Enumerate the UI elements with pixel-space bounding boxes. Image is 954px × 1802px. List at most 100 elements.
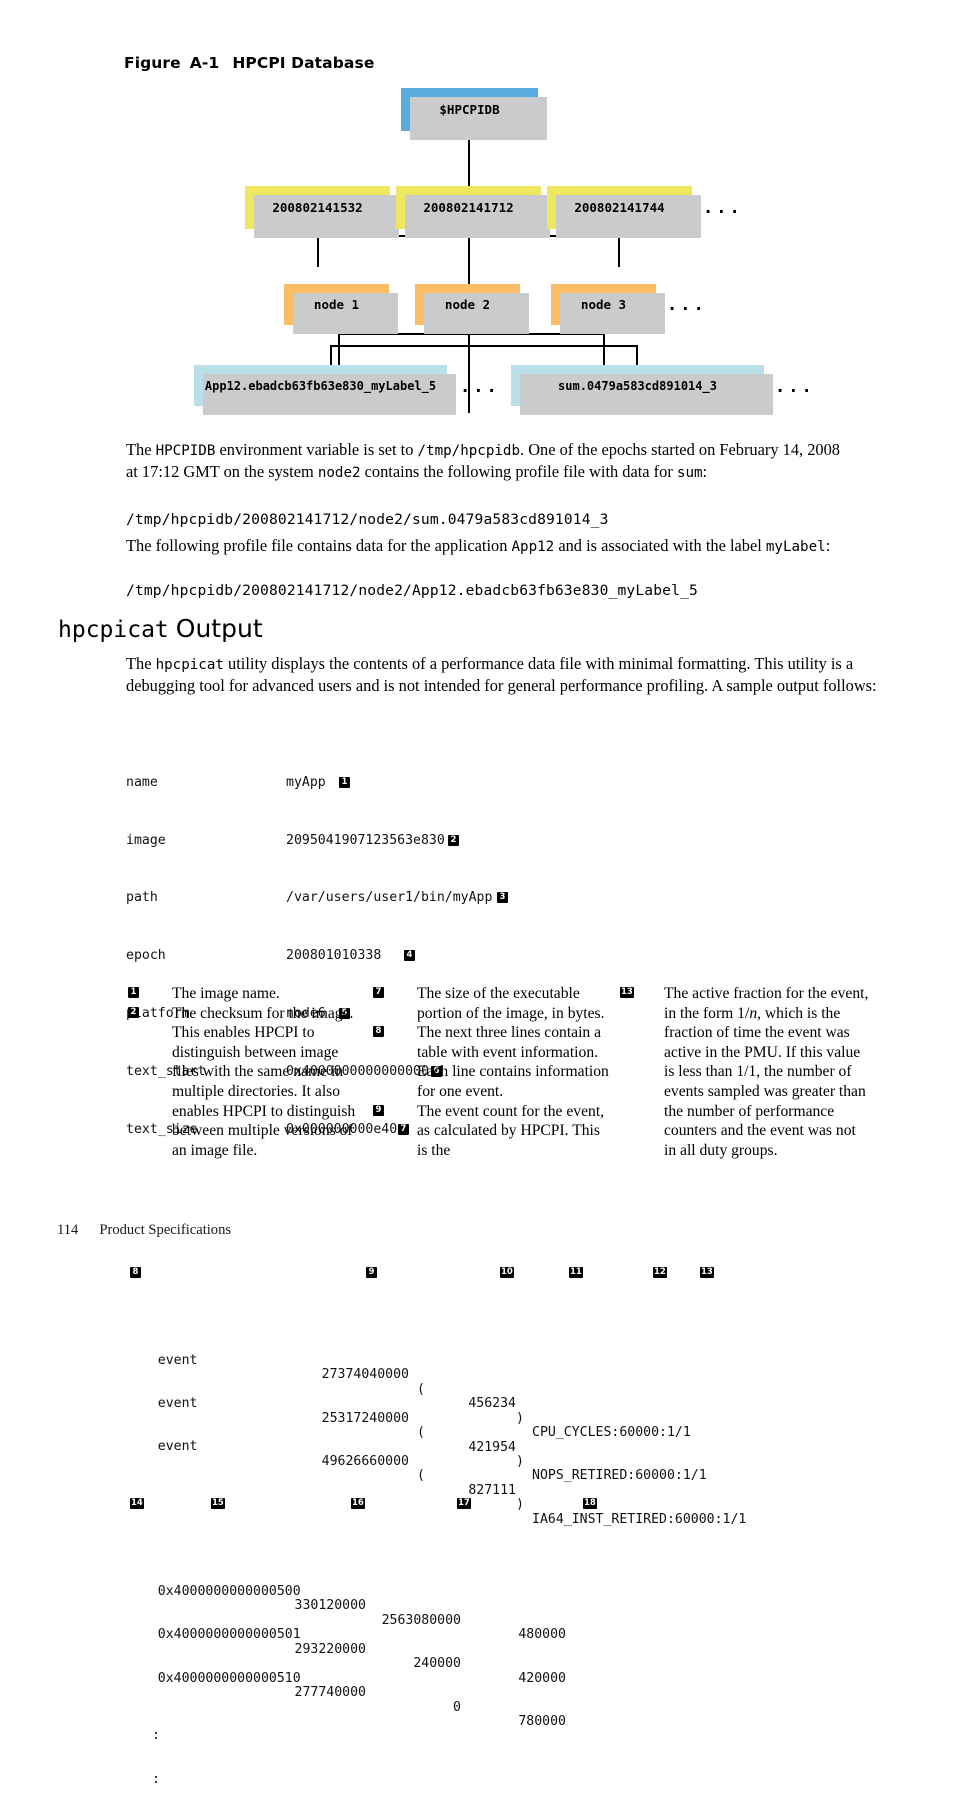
callout-chip-18: 18 xyxy=(583,1498,597,1510)
code-path-app12: /tmp/hpcpidb/200802141712/node2/App12.eb… xyxy=(126,582,698,599)
listing-field-value-3: 200801010338 xyxy=(286,948,382,964)
hpcpicat-sample-output: name myApp 1 image 2095041907123563e830 2 pa… xyxy=(126,718,746,1802)
diagram-epoch-label-2: 200802141712 xyxy=(423,200,514,215)
continuation-colon-2: : xyxy=(152,1771,160,1787)
listing-field-name-1: image xyxy=(126,832,166,848)
listing-address-callout-row: 14 15 16 17 18 xyxy=(126,1498,597,1512)
para1-env-var: HPCPIDB xyxy=(155,443,216,459)
diagram-epoch-label-3: 200802141744 xyxy=(574,200,665,215)
para1-path: /tmp/hpcpidb xyxy=(417,443,521,459)
intro-command: hpcpicat xyxy=(155,657,224,673)
legend-text-7: The size of the executable portion of th… xyxy=(417,985,605,1022)
continuation-colon-1: : xyxy=(152,1728,160,1744)
event-paren-close-3: ) xyxy=(516,1497,524,1513)
event-label-1: event xyxy=(157,1352,198,1368)
address-col3-1: 480000 xyxy=(518,1627,566,1643)
paragraph-hpcpicat-intro: The hpcpicat utility displays the conten… xyxy=(126,654,878,696)
address-col2-3: 0 xyxy=(453,1699,461,1715)
connector-file-bus xyxy=(330,345,638,347)
event-samples-1: 456234 xyxy=(468,1396,516,1412)
para2-text-c: : xyxy=(825,536,831,555)
listing-field-name-3: epoch xyxy=(126,948,166,964)
listing-row-name: name myApp 1 xyxy=(126,774,350,790)
callout-chip-16: 16 xyxy=(351,1498,365,1510)
listing-row-epoch: epoch 200801010338 4 xyxy=(126,948,415,964)
legend-chip-1: 1 xyxy=(128,987,139,998)
diagram-node-node-2: node 2 xyxy=(415,284,529,334)
heading-word: Output xyxy=(175,614,263,643)
callout-chip-3: 3 xyxy=(497,892,508,904)
legend-chip-13: 13 xyxy=(620,987,634,998)
legend-item-7: 7 The size of the executable portion of … xyxy=(373,984,613,1023)
event-label-2: event xyxy=(157,1396,198,1412)
event-samples-2: 421954 xyxy=(468,1439,516,1455)
legend-chip-2: 2 xyxy=(128,1006,139,1018)
callout-chip-11: 11 xyxy=(569,1267,583,1279)
diagram-node-label-1: node 1 xyxy=(313,297,360,312)
para1-text-b: environment variable is set to xyxy=(215,440,418,459)
event-paren-close-2: ) xyxy=(516,1453,524,1469)
legend-item-2: 2 The checksum for the image. This enabl… xyxy=(128,1004,369,1161)
para2-app: App12 xyxy=(511,539,555,555)
listing-field-name-2: path xyxy=(126,890,158,906)
diagram-file-node-1: App12.ebadcb63fb63e830_myLabel_5 xyxy=(194,365,456,415)
diagram-epoch-node-1: 200802141532 xyxy=(245,186,399,238)
callout-chip-13: 13 xyxy=(700,1267,714,1279)
listing-address-row-2: 0x4000000000000501 293220000 240000 4200… xyxy=(126,1614,566,1686)
callout-chip-4: 4 xyxy=(404,950,415,962)
connector-node-stem-1 xyxy=(338,333,340,365)
para2-text-b: and is associated with the label xyxy=(554,536,766,555)
diagram-file-node-2: sum.0479a583cd891014_3 xyxy=(511,365,773,415)
page-footer: 114 Product Specifications xyxy=(57,1222,231,1239)
listing-event-row-2: event 25317240000 ( 421954 ) NOPS_RETIRE… xyxy=(126,1383,707,1483)
address-col1-3: 277740000 xyxy=(294,1685,366,1701)
legend-text-9: The event count for the event, as calcul… xyxy=(417,1102,605,1159)
address-value-1: 0x4000000000000500 xyxy=(157,1583,301,1599)
legend-text-8: The next three lines contain a table wit… xyxy=(417,1024,609,1100)
legend-chip-8: 8 xyxy=(373,1026,384,1038)
address-col3-2: 420000 xyxy=(518,1670,566,1686)
legend-text-13-italic: n xyxy=(749,1004,758,1022)
event-paren-close-1: ) xyxy=(516,1410,524,1426)
legend-column-3: 13 The active fraction for the event, in… xyxy=(620,984,870,1160)
listing-field-name-0: name xyxy=(126,774,158,790)
para1-text-e: : xyxy=(702,461,708,481)
listing-row-path: path/var/users/user1/bin/myApp 3 xyxy=(126,890,508,906)
listing-spacer-1 xyxy=(126,1195,301,1209)
listing-address-row-1: 0x4000000000000500 330120000 2563080000 … xyxy=(126,1571,566,1642)
address-value-3: 0x4000000000000510 xyxy=(157,1670,301,1686)
address-value-2: 0x4000000000000501 xyxy=(157,1627,301,1643)
para1-node: node2 xyxy=(317,464,361,481)
listing-event-row-1: event 27374040000 ( 456234 ) CPU_CYCLES:… xyxy=(126,1339,691,1440)
diagram-node-label-2: node 2 xyxy=(444,297,491,312)
code-path-sum: /tmp/hpcpidb/200802141712/node2/sum.0479… xyxy=(126,511,609,528)
diagram-node-node-3: node 3 xyxy=(551,284,665,334)
para1-sum: sum xyxy=(676,464,703,481)
event-paren-open-3: ( xyxy=(417,1468,425,1484)
connector-node2-stem xyxy=(468,325,470,413)
diagram-file-label-2: sum.0479a583cd891014_3 xyxy=(558,378,717,393)
listing-continuation-2: : xyxy=(126,1771,301,1787)
legend-item-1: 1 The image name. xyxy=(128,984,369,1004)
paragraph-profile-description: The following profile file contains data… xyxy=(126,536,872,558)
intro-text-b: utility displays the contents of a perfo… xyxy=(126,654,877,695)
legend-chip-9: 9 xyxy=(373,1104,384,1116)
diagram-epoch-label-1: 200802141532 xyxy=(272,200,363,215)
callout-chip-1: 1 xyxy=(339,776,350,788)
event-paren-open-1: ( xyxy=(417,1381,425,1397)
event-count-2: 25317240000 xyxy=(321,1410,409,1426)
callout-chip-15: 15 xyxy=(211,1498,225,1510)
para2-text-a: The following profile file contains data… xyxy=(126,536,512,555)
connector-node-stem-3 xyxy=(603,333,605,365)
diagram-node-label-3: node 3 xyxy=(580,297,627,312)
para1-text-a: The xyxy=(126,440,156,459)
connector-epoch-stem-3 xyxy=(618,235,620,267)
callout-chip-12: 12 xyxy=(653,1267,667,1279)
diagram-epoch-ellipsis: ... xyxy=(703,198,743,218)
callout-chip-14: 14 xyxy=(130,1498,144,1510)
callout-chip-9: 9 xyxy=(366,1267,377,1279)
listing-field-value-0: myApp xyxy=(286,774,326,790)
callout-chip-17: 17 xyxy=(457,1498,471,1510)
figure-title: HPCPI Database xyxy=(232,54,375,72)
para2-label: myLabel xyxy=(765,539,826,555)
